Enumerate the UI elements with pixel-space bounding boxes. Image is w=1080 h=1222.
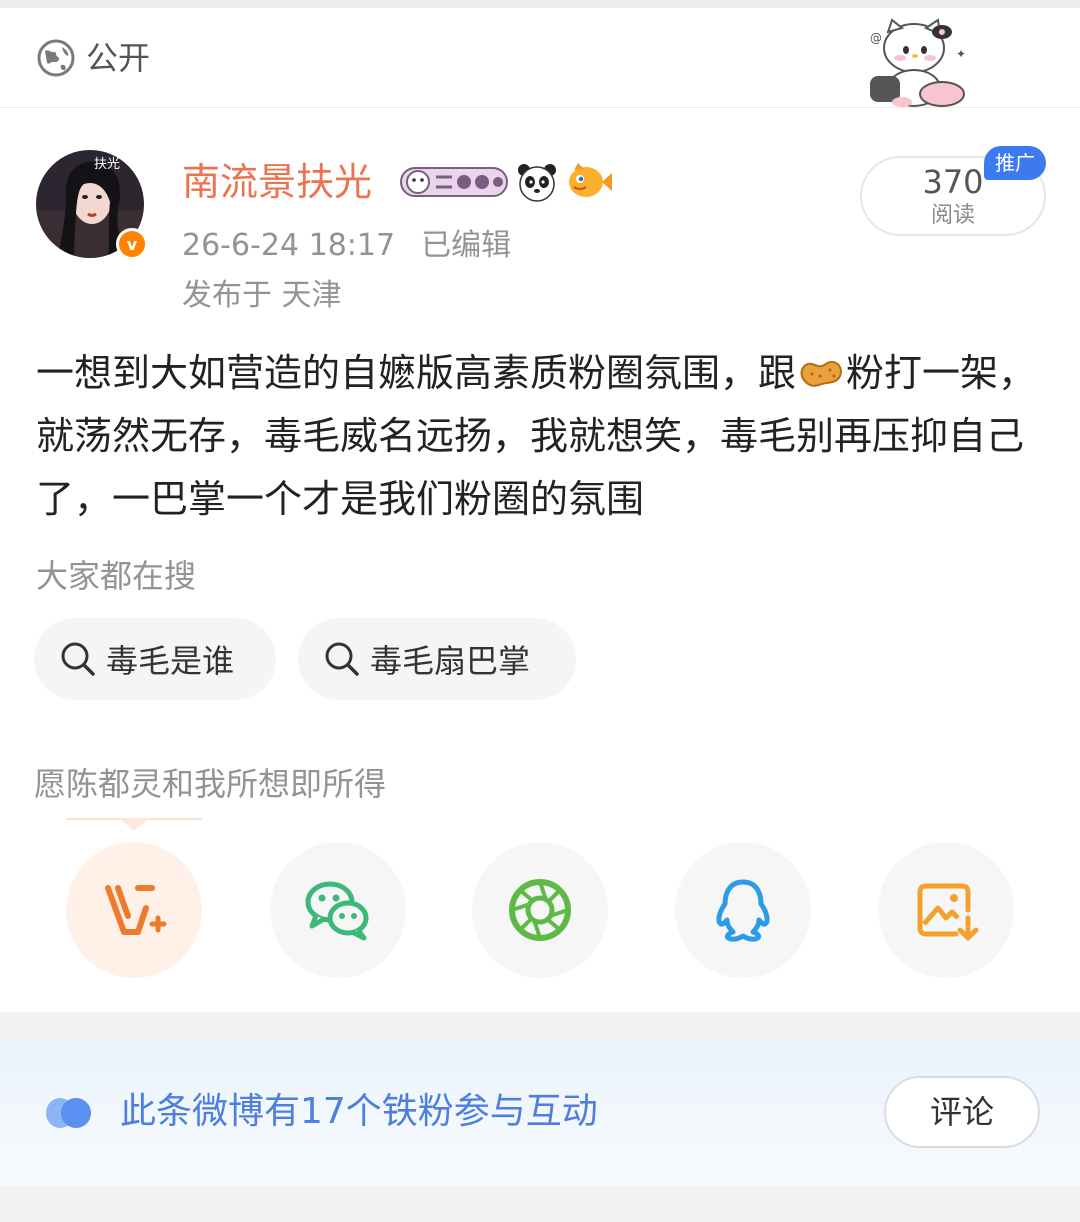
share-title: 愿陈都灵和我所想即所得 <box>34 765 387 803</box>
share-save-image-button[interactable] <box>878 842 1014 978</box>
visibility-bar: 公开 ✦ @ <box>0 8 1080 108</box>
top-strip <box>0 0 1080 8</box>
hot-search-title: 大家都在搜 <box>36 557 197 595</box>
globe-icon <box>37 39 75 77</box>
save-image-icon <box>917 883 979 941</box>
author-badges <box>400 160 612 204</box>
tooltip-arrow <box>66 818 202 831</box>
vplus-icon <box>105 885 167 935</box>
peanut-emoji-icon <box>800 360 842 387</box>
fan-interaction-text[interactable]: 此条微博有17个铁粉参与互动 <box>120 1088 598 1136</box>
share-vplus-button[interactable] <box>66 842 202 978</box>
fish-emoji-icon <box>569 163 612 197</box>
read-count-label: 阅读 <box>930 203 975 228</box>
iron-fan-icon <box>46 1098 91 1128</box>
svg-text:✦: ✦ <box>956 47 966 61</box>
bottom-band <box>0 1186 1080 1222</box>
share-moments-button[interactable] <box>472 842 608 978</box>
verified-badge-icon: v <box>116 228 148 260</box>
edited-label[interactable]: 已编辑 <box>421 228 511 263</box>
post-location: 发布于 天津 <box>182 278 342 313</box>
hot-search-chip[interactable]: 毒毛扇巴掌 <box>298 618 576 700</box>
author-name[interactable]: 南流景扶光 <box>182 158 372 206</box>
post-timestamp: 26-6-24 18:17 <box>182 228 396 263</box>
post-meta: 26-6-24 18:17 已编辑 <box>182 226 511 266</box>
post-text: 一想到大如营造的自嬷版高素质粉圈氛围，跟 粉打一架，就荡然无存，毒毛威名远扬，我就… <box>36 342 1048 531</box>
search-icon <box>325 642 359 676</box>
hot-search-label: 毒毛扇巴掌 <box>370 642 531 680</box>
bear-badge-icon[interactable] <box>400 165 508 199</box>
svg-text:@: @ <box>870 31 882 45</box>
wechat-icon <box>305 881 369 941</box>
section-divider <box>0 1012 1080 1040</box>
panda-emoji-icon <box>518 164 556 202</box>
qq-icon <box>716 879 770 942</box>
search-icon <box>61 642 95 676</box>
share-qq-button[interactable] <box>675 842 811 978</box>
promo-badge[interactable]: 推广 <box>984 146 1046 180</box>
avatar-caption: 扶光 <box>94 157 120 172</box>
fan-interaction-bar: 此条微博有17个铁粉参与互动 评论 <box>0 1040 1080 1186</box>
moments-icon <box>509 879 571 941</box>
post-text-part-1: 一想到大如营造的自嬷版高素质粉圈氛围，跟 <box>36 351 797 395</box>
hot-search-label: 毒毛是谁 <box>106 642 235 680</box>
share-wechat-button[interactable] <box>270 842 406 978</box>
comment-button[interactable]: 评论 <box>884 1076 1040 1148</box>
hot-search-chip[interactable]: 毒毛是谁 <box>34 618 276 700</box>
hello-kitty-sticker-icon: ✦ @ <box>870 18 966 107</box>
visibility-label[interactable]: 公开 <box>86 38 150 78</box>
